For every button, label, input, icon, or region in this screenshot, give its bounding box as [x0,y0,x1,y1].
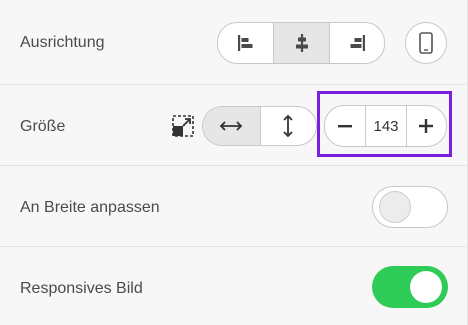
vertical-size-button[interactable] [259,107,317,145]
fit-width-label: An Breite anpassen [20,199,160,216]
toggle-knob [410,271,442,303]
minus-icon [338,125,353,128]
align-center-button[interactable] [273,23,329,63]
arrows-vertical-icon [283,114,293,138]
mobile-view-button[interactable] [405,22,447,64]
mobile-device-icon [419,32,433,54]
size-label: Größe [20,118,66,135]
fit-size-icon[interactable] [172,115,194,137]
responsive-image-toggle[interactable] [372,266,448,308]
increase-button[interactable] [405,106,446,146]
align-left-icon [237,35,253,51]
horizontal-size-button[interactable] [203,107,260,145]
responsive-image-label: Responsives Bild [20,280,143,297]
alignment-row: Ausrichtung [0,0,467,85]
align-right-button[interactable] [328,23,384,63]
alignment-label: Ausrichtung [20,34,105,51]
alignment-segmented-control [217,22,385,64]
align-right-icon [350,35,365,51]
image-settings-panel: Ausrichtung Größe 143 An Breite anpassen… [0,0,468,325]
size-direction-control [202,106,317,146]
size-stepper: 143 [324,105,447,147]
align-center-icon [295,34,308,52]
arrows-horizontal-icon [219,121,243,131]
decrease-button[interactable] [325,106,365,146]
fit-width-toggle[interactable] [372,186,448,228]
align-left-button[interactable] [218,23,273,63]
toggle-knob [379,191,411,223]
size-value-field[interactable]: 143 [365,106,405,146]
plus-icon [419,119,434,133]
